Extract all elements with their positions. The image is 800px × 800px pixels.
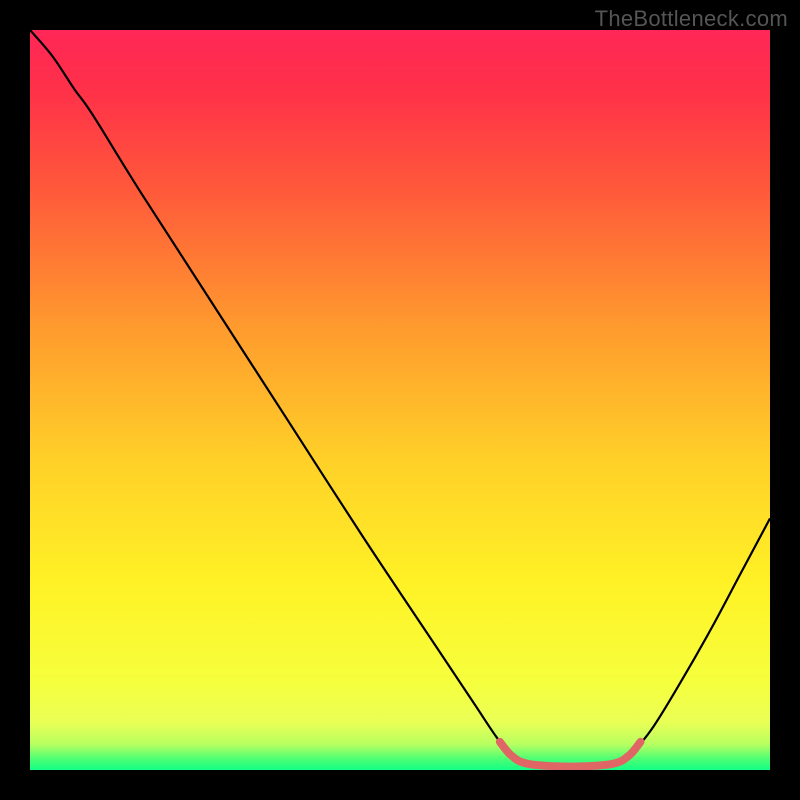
gradient-background bbox=[30, 30, 770, 770]
chart-plot-area bbox=[30, 30, 770, 770]
bottleneck-chart bbox=[30, 30, 770, 770]
watermark-text: TheBottleneck.com bbox=[595, 6, 788, 32]
